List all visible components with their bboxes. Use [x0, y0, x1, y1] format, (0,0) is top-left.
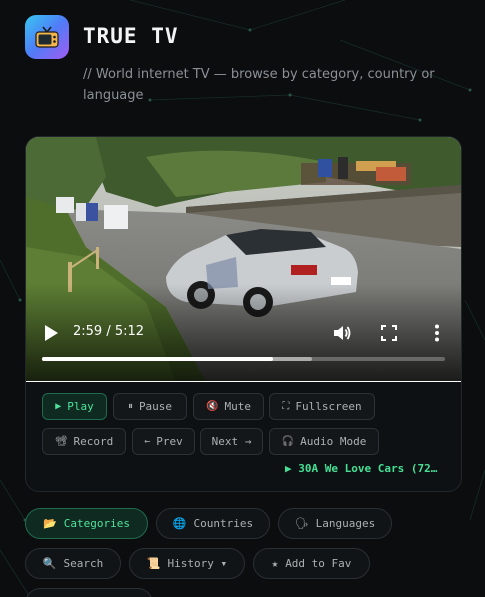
tab-categories[interactable]: 📂 Categories — [25, 508, 148, 539]
record-icon: 📽 — [54, 436, 68, 447]
fullscreen-button[interactable]: ⛶ Fullscreen — [269, 393, 375, 420]
seek-progress — [42, 357, 274, 361]
search-icon: 🔍 — [42, 557, 57, 570]
scroll-icon: 📜 — [146, 557, 161, 570]
tab-languages[interactable]: 🗣 Languages — [278, 508, 392, 539]
video-divider — [26, 381, 461, 382]
video-time: 2:59 / 5:12 — [73, 324, 145, 339]
star-icon: ★ — [271, 557, 279, 570]
play-icon[interactable] — [44, 325, 58, 341]
record-label: Record — [73, 435, 114, 448]
app-subtitle: // World internet TV — browse by categor… — [83, 67, 435, 103]
more-options-icon[interactable] — [432, 324, 442, 342]
video-controls-overlay: 2:59 / 5:12 — [26, 137, 461, 382]
tab-languages-label: Languages — [315, 517, 376, 530]
volume-icon[interactable] — [332, 323, 352, 343]
app-title: TRUE TV — [83, 24, 179, 48]
now-playing-channel[interactable]: ▶ 30A We Love Cars (72… — [285, 462, 445, 475]
audio-mode-button[interactable]: 🎧 Audio Mode — [269, 428, 379, 455]
speech-icon: 🗣 — [294, 517, 309, 530]
tab-categories-label: Categories — [63, 517, 130, 530]
play-icon: ▶ — [55, 401, 62, 412]
tab-countries-label: Countries — [193, 517, 254, 530]
audio-mode-label: Audio Mode — [300, 435, 367, 448]
fullscreen-icon[interactable] — [381, 325, 397, 341]
tv-icon — [35, 26, 59, 48]
add-to-fav-button[interactable]: ★ Add to Fav — [253, 548, 370, 579]
arrow-left-icon: ← — [144, 436, 151, 447]
tab-countries[interactable]: 🌐 Countries — [156, 508, 270, 539]
pause-label: Pause — [138, 400, 173, 413]
more-pill[interactable] — [25, 588, 153, 597]
next-button[interactable]: Next → — [200, 428, 263, 455]
fullscreen-icon: ⛶ — [282, 401, 290, 412]
history-dropdown[interactable]: 📜 History ▾ — [129, 548, 245, 579]
tab-search[interactable]: 🔍 Search — [25, 548, 121, 579]
prev-label: Prev — [156, 435, 183, 448]
play-label: Play — [67, 400, 94, 413]
globe-icon: 🌐 — [172, 517, 187, 530]
mute-label: Mute — [224, 400, 251, 413]
pause-button[interactable]: ⏸ Pause — [113, 393, 187, 420]
folder-icon: 📂 — [43, 517, 57, 530]
pause-icon: ⏸ — [127, 401, 133, 412]
app-logo — [25, 15, 69, 59]
history-label: History ▾ — [167, 557, 228, 570]
player-card: 2:59 / 5:12 ▶ Play ⏸ Pause 🔇 Mute ⛶ Full… — [25, 136, 462, 492]
tab-search-label: Search — [63, 557, 104, 570]
fullscreen-label: Fullscreen — [295, 400, 362, 413]
mute-button[interactable]: 🔇 Mute — [193, 393, 264, 420]
video-player[interactable]: 2:59 / 5:12 — [26, 137, 461, 382]
add-to-fav-label: Add to Fav — [285, 557, 352, 570]
prev-button[interactable]: ← Prev — [132, 428, 195, 455]
seek-bar[interactable] — [42, 357, 445, 361]
mute-icon: 🔇 — [206, 401, 219, 412]
next-label: Next → — [211, 435, 252, 448]
play-button[interactable]: ▶ Play — [42, 393, 107, 420]
headphones-icon: 🎧 — [281, 436, 295, 447]
record-button[interactable]: 📽 Record — [42, 428, 126, 455]
